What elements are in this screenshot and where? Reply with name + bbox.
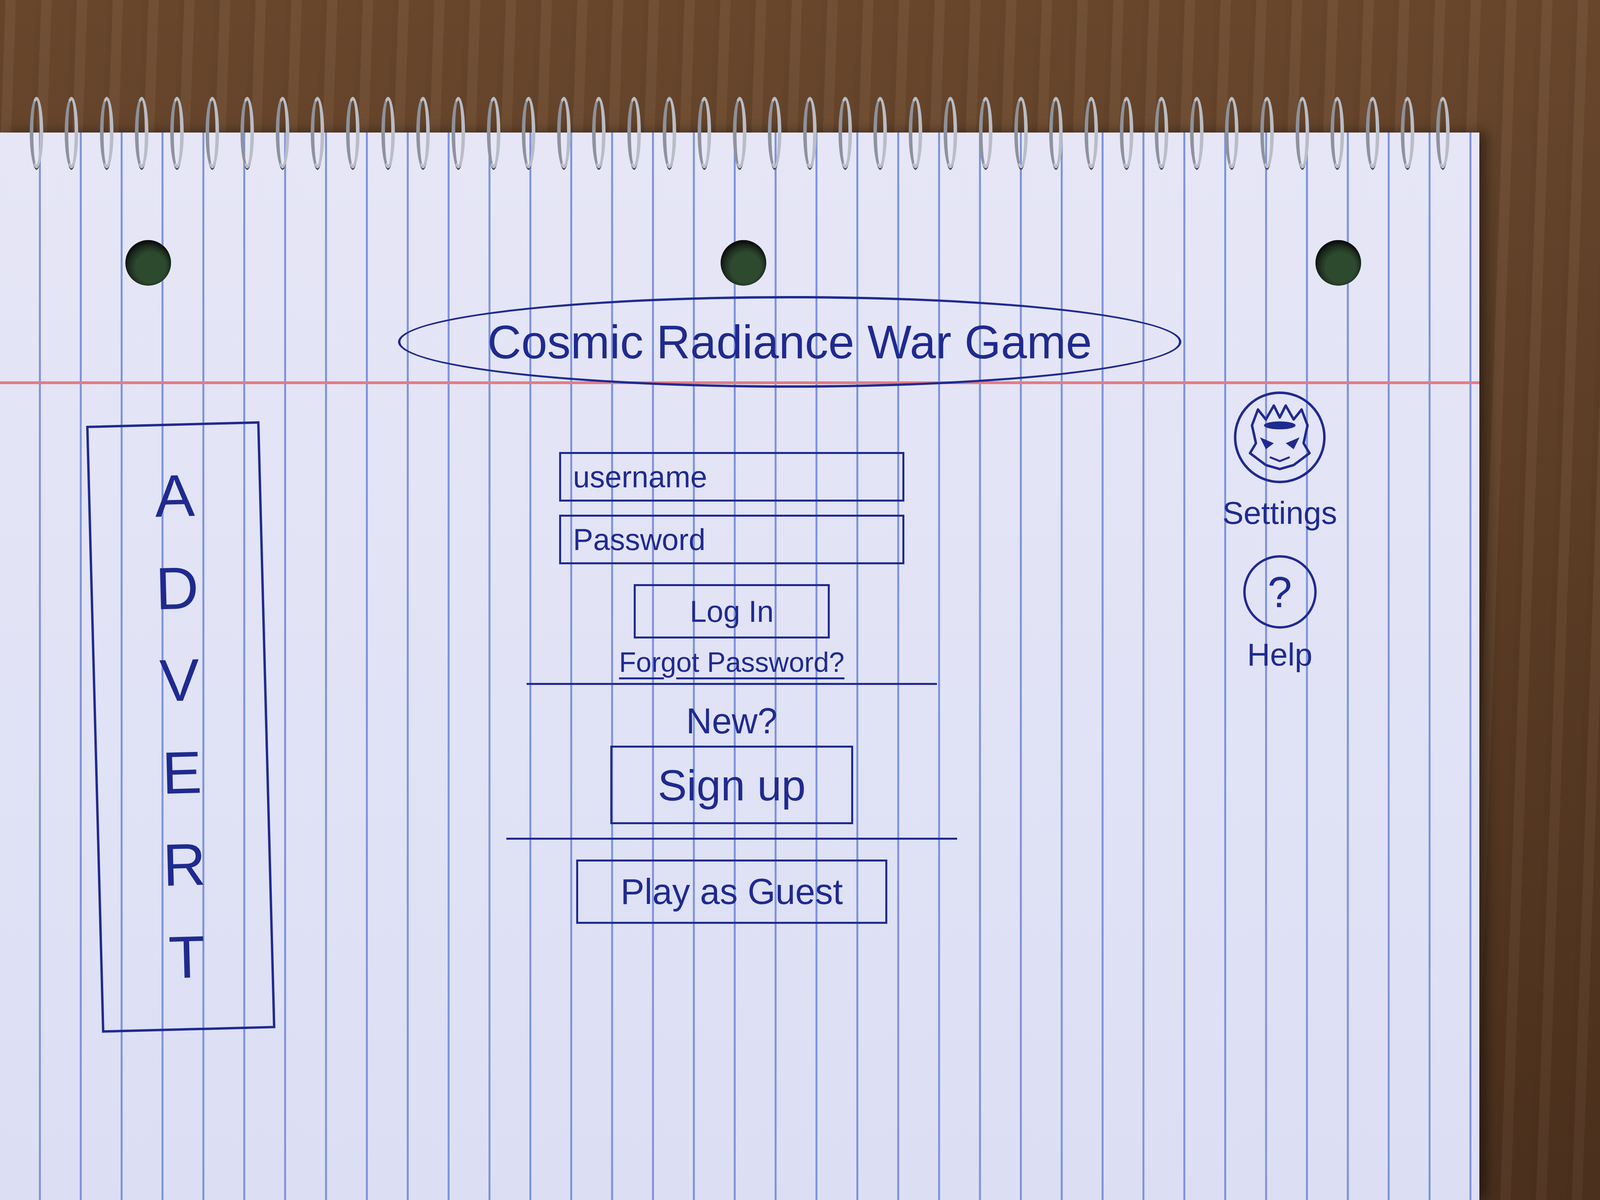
side-menu-label: Help — [1247, 636, 1313, 674]
spiral-ring — [240, 96, 254, 169]
side-menu-label: Settings — [1222, 494, 1337, 532]
spiral-ring — [1154, 96, 1169, 169]
punch-hole — [720, 240, 767, 286]
spiral-ring — [1049, 96, 1063, 169]
spiral-ring — [29, 96, 44, 169]
spiral-ring — [1365, 96, 1380, 169]
punch-holes — [0, 240, 1480, 286]
spiral-ring — [1190, 96, 1204, 169]
login-button[interactable]: Log In — [633, 584, 830, 639]
spiral-ring — [627, 96, 641, 169]
spiral-ring — [1225, 96, 1239, 169]
spiral-ring — [732, 96, 747, 169]
spiral-ring — [1400, 96, 1415, 169]
help-button[interactable]: ? Help — [1243, 555, 1317, 674]
spiral-ring — [275, 96, 290, 169]
password-field[interactable] — [559, 514, 905, 565]
desk: Cosmic Radiance War Game ADVERT Log In Forg… — [0, 0, 1600, 1200]
spiral-ring — [134, 96, 149, 169]
spiral-ring — [838, 96, 852, 169]
guest-button[interactable]: Play as Guest — [576, 859, 888, 924]
username-field[interactable] — [559, 451, 905, 502]
main-area: ADVERT Log In Forgot Password? New?Sign up P… — [0, 423, 1480, 1031]
notebook-page: Cosmic Radiance War Game ADVERT Log In Forg… — [0, 132, 1480, 1200]
new-user-prompt: New? — [686, 700, 778, 742]
settings-button[interactable]: Settings — [1222, 387, 1337, 532]
login-form: Log In Forgot Password? New?Sign up Play as… — [501, 423, 962, 924]
spiral-ring — [486, 96, 501, 169]
settings-mask-icon — [1230, 387, 1330, 487]
spiral-ring — [100, 96, 114, 169]
spiral-ring — [803, 96, 817, 169]
spiral-ring — [1119, 96, 1134, 169]
spiral-ring — [170, 96, 184, 169]
punch-hole — [1315, 240, 1362, 286]
advert-label: ADVERT — [143, 448, 219, 1029]
spiral-ring — [697, 96, 712, 169]
spiral-ring — [346, 96, 360, 169]
spiral-ring — [662, 96, 677, 169]
spiral-ring — [592, 96, 606, 169]
divider — [506, 837, 958, 840]
spiral-ring — [64, 96, 79, 169]
spiral-ring — [1436, 96, 1450, 169]
spiral-ring — [873, 96, 887, 169]
game-title: Cosmic Radiance War Game — [398, 296, 1182, 388]
side-menu: Settings? Help — [1200, 387, 1360, 674]
spiral-ring — [767, 96, 782, 169]
signup-button[interactable]: Sign up — [610, 745, 854, 825]
spiral-ring — [310, 96, 325, 169]
spiral-ring — [908, 96, 923, 169]
spiral-ring — [978, 96, 993, 169]
forgot-password-link[interactable]: Forgot Password? — [619, 646, 845, 679]
spiral-ring — [381, 96, 395, 169]
help-icon: ? — [1243, 555, 1317, 629]
spiral-ring — [1330, 96, 1345, 169]
spiral-ring — [521, 96, 536, 169]
divider — [526, 682, 937, 685]
advert-banner[interactable]: ADVERT — [86, 421, 276, 1033]
header: Cosmic Radiance War Game — [0, 296, 1480, 388]
spiral-ring — [451, 96, 466, 169]
spiral-binding — [0, 96, 1480, 177]
spiral-ring — [557, 96, 571, 169]
spiral-ring — [1014, 96, 1028, 169]
spiral-ring — [1295, 96, 1310, 169]
punch-hole — [125, 240, 172, 286]
spiral-ring — [1260, 96, 1274, 169]
spiral-ring — [1084, 96, 1099, 169]
spiral-ring — [943, 96, 958, 169]
spiral-ring — [205, 96, 220, 169]
spiral-ring — [416, 96, 430, 169]
